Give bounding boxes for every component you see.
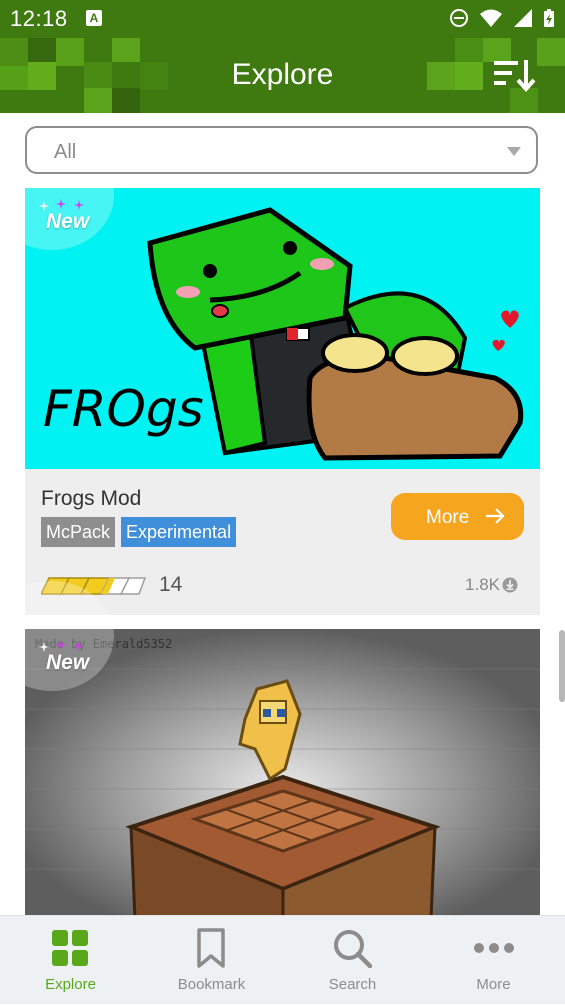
dropdown-arrow-icon — [507, 147, 521, 156]
nav-explore[interactable]: Explore — [0, 916, 141, 1005]
battery-icon — [544, 9, 554, 27]
dnd-icon — [450, 9, 468, 27]
tag-mcpack: McPack — [41, 517, 116, 547]
filter-selected-value: All — [54, 141, 77, 163]
mod-card[interactable]: FROgs New Frogs Mod McPack Experimental … — [25, 188, 540, 615]
status-time: 12:18 — [10, 6, 68, 31]
download-count: 1.8K — [465, 575, 518, 595]
nav-more[interactable]: More — [423, 916, 564, 1005]
signal-icon — [514, 9, 532, 27]
bottom-navigation: Explore Bookmark Search More — [0, 915, 565, 1004]
category-filter-dropdown[interactable]: All — [25, 126, 538, 174]
image-handwritten-text: FROgs — [43, 380, 204, 438]
more-button[interactable]: More — [391, 493, 524, 540]
nav-label: More — [476, 976, 511, 993]
arrow-right-icon — [486, 508, 505, 524]
wifi-icon — [480, 9, 502, 27]
new-badge-label: New — [46, 651, 90, 674]
nav-search[interactable]: Search — [282, 916, 423, 1005]
page-title: Explore — [231, 58, 334, 91]
new-badge: New — [0, 581, 115, 691]
status-icons — [449, 8, 555, 28]
nav-label: Explore — [45, 976, 96, 993]
more-button-label: More — [426, 507, 470, 528]
rating-count: 14 — [159, 573, 183, 596]
new-badge-label: New — [46, 210, 90, 233]
status-bar: 12:18 A — [0, 0, 565, 38]
download-count-value: 1.8K — [465, 575, 500, 594]
scrollbar[interactable] — [559, 630, 565, 702]
mod-image[interactable]: FROgs New — [25, 188, 540, 469]
nav-label: Search — [328, 976, 377, 993]
app-header: 12:18 A Explore — [0, 0, 565, 113]
download-icon — [502, 577, 518, 593]
more-dots-icon — [474, 943, 514, 953]
tag-list: McPack Experimental — [41, 517, 237, 547]
mod-title[interactable]: Frogs Mod — [41, 487, 141, 511]
new-badge: New — [25, 188, 115, 250]
mod-card[interactable]: Made by Emerald5352 New — [0, 581, 540, 921]
bookmark-icon — [197, 928, 225, 968]
tag-experimental: Experimental — [121, 517, 237, 547]
notification-badge: A — [86, 10, 102, 26]
nav-bookmark[interactable]: Bookmark — [141, 916, 282, 1005]
grid-icon — [52, 930, 88, 966]
sort-button[interactable] — [492, 58, 536, 93]
search-icon — [334, 930, 372, 968]
nav-label: Bookmark — [177, 976, 246, 993]
sort-icon — [494, 60, 536, 93]
